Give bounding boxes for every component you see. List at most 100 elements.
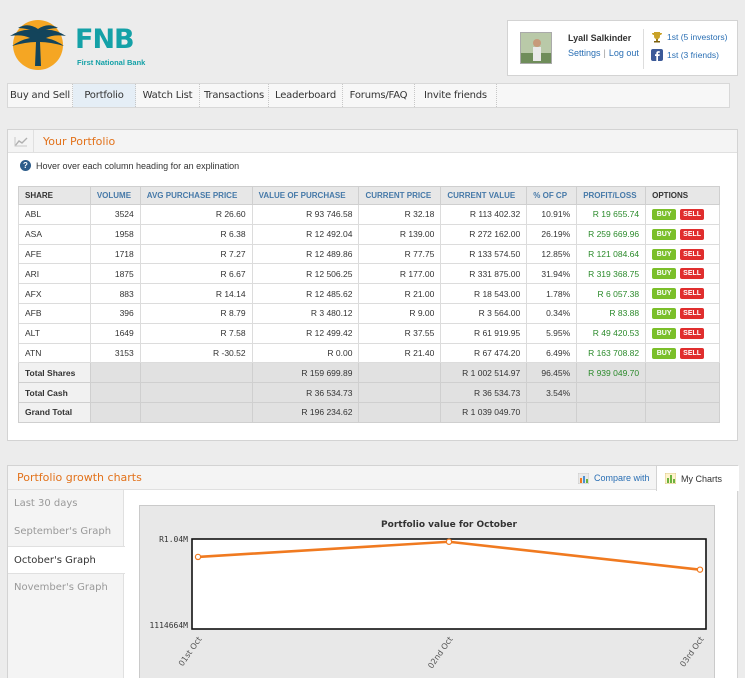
cell-value-of-purchase: R 12 506.25 (251, 263, 360, 285)
buy-button[interactable]: BUY (652, 347, 677, 359)
cell-profit-loss: R 259 669.96 (576, 223, 647, 245)
period-september[interactable]: September's Graph (8, 518, 123, 546)
total-row: Grand Total R 196 234.62 R 1 039 049.70 (18, 401, 720, 423)
tab-portfolio[interactable]: Portfolio (73, 84, 136, 107)
cell-current-price: R 9.00 (358, 302, 442, 324)
cell-pct-of-cp: 0.34% (526, 302, 578, 324)
fnb-tree-icon (10, 20, 66, 70)
period-october[interactable]: October's Graph (8, 546, 125, 574)
cell-current-value: R 331 875.00 (440, 263, 528, 285)
user-panel: Lyall Salkinder Settings | Log out 1st (5 … (507, 20, 738, 76)
cell-profit-loss: R 319 368.75 (576, 263, 647, 285)
total-row: Total Shares R 159 699.89 R 1 002 514.97 96… (18, 362, 720, 384)
compare-with-label: Compare with (594, 473, 650, 483)
buy-button[interactable]: BUY (652, 209, 677, 221)
help-icon: ? (20, 160, 31, 171)
sell-button[interactable]: SELL (680, 248, 705, 260)
settings-link[interactable]: Settings (568, 48, 601, 58)
cell-value-of-purchase: R 12 499.42 (251, 322, 360, 344)
col-share[interactable]: SHARE (18, 186, 91, 205)
portfolio-chart: Portfolio value for October R1.04M 1114664… (139, 505, 715, 678)
col-current-value[interactable]: CURRENT VALUE (440, 186, 528, 205)
fnb-logo[interactable]: FNB First National Bank (6, 20, 146, 70)
cell-avg-purchase-price: R -30.52 (139, 342, 253, 364)
total-profit-loss (576, 382, 647, 403)
tab-buy-and-sell[interactable]: Buy and Sell (8, 84, 73, 107)
col-avg-purchase-price[interactable]: AVG PURCHASE PRICE (139, 186, 253, 205)
total-label: Total Cash (18, 382, 91, 403)
col-profit-loss[interactable]: PROFIT/LOSS (576, 186, 647, 205)
tab-leaderboard[interactable]: Leaderboard (269, 84, 343, 107)
tab-invite-friends[interactable]: Invite friends (415, 84, 497, 107)
cell-share: ALT (18, 322, 91, 344)
buy-button[interactable]: BUY (652, 308, 677, 319)
tab-forums-faq[interactable]: Forums/FAQ (343, 84, 415, 107)
cell-profit-loss: R 49 420.53 (576, 322, 647, 344)
buy-button[interactable]: BUY (652, 288, 677, 300)
investor-rank[interactable]: 1st (5 investors) (651, 31, 727, 43)
buy-button[interactable]: BUY (652, 248, 677, 260)
brand-subtitle: First National Bank (77, 58, 146, 67)
cell-current-value: R 113 402.32 (440, 204, 528, 225)
rank-friends-text: 1st (3 friends) (667, 50, 719, 60)
cell-current-price: R 21.40 (358, 342, 442, 364)
sell-button[interactable]: SELL (680, 268, 705, 280)
cell-options: BUY SELL (645, 342, 720, 364)
col-pct-of-cp[interactable]: % OF CP (526, 186, 578, 205)
tab-watch-list[interactable]: Watch List (136, 84, 200, 107)
logout-link[interactable]: Log out (609, 48, 639, 58)
cell-pct-of-cp: 6.49% (526, 342, 578, 364)
y-tick-label: R1.04M (159, 535, 188, 544)
cell-pct-of-cp: 12.85% (526, 243, 578, 265)
total-pct-of-cp: 96.45% (526, 362, 578, 384)
total-empty (358, 362, 442, 384)
col-volume[interactable]: VOLUME (89, 186, 141, 205)
cell-current-value: R 272 162.00 (440, 223, 528, 245)
total-empty (139, 401, 253, 423)
cell-avg-purchase-price: R 7.27 (139, 243, 253, 265)
total-pct-of-cp (526, 401, 578, 423)
rank-investors-text: 1st (5 investors) (667, 32, 728, 42)
cell-volume: 3524 (89, 204, 141, 225)
cell-share: ASA (18, 223, 91, 245)
cell-pct-of-cp: 5.95% (526, 322, 578, 344)
col-value-of-purchase[interactable]: VALUE OF PURCHASE (251, 186, 360, 205)
bar-chart-icon (578, 472, 589, 484)
cell-pct-of-cp: 10.91% (526, 204, 578, 225)
brand-name: FNB (75, 24, 135, 55)
cell-options: BUY SELL (645, 283, 720, 304)
user-divider (643, 29, 644, 69)
cell-current-value: R 3 564.00 (440, 302, 528, 324)
buy-button[interactable]: BUY (652, 268, 677, 280)
x-tick-label: 01st Oct (177, 635, 204, 668)
total-label: Grand Total (18, 401, 91, 423)
compare-with-tab[interactable]: Compare with (578, 466, 650, 490)
table-row: AFX 883 R 14.14 R 12 485.62 R 21.00 R 18 543.… (18, 283, 720, 304)
avatar[interactable] (520, 32, 552, 64)
cell-avg-purchase-price: R 6.38 (139, 223, 253, 245)
tab-transactions[interactable]: Transactions (200, 84, 269, 107)
y-tick-label: 1114664M (149, 621, 188, 630)
sell-button[interactable]: SELL (680, 288, 705, 300)
cell-current-price: R 32.18 (358, 204, 442, 225)
buy-button[interactable]: BUY (652, 327, 677, 339)
col-current-price[interactable]: CURRENT PRICE (358, 186, 442, 205)
friends-rank[interactable]: 1st (3 friends) (651, 49, 719, 61)
my-charts-label: My Charts (681, 473, 723, 484)
my-charts-tab[interactable]: My Charts (656, 466, 739, 491)
cell-current-value: R 133 574.50 (440, 243, 528, 265)
table-row: AFE 1718 R 7.27 R 12 489.86 R 77.75 R 133 574… (18, 243, 720, 265)
period-last-30-days[interactable]: Last 30 days (8, 490, 123, 518)
sell-button[interactable]: SELL (680, 209, 705, 221)
period-november[interactable]: November's Graph (8, 574, 123, 602)
sell-button[interactable]: SELL (680, 308, 705, 319)
table-row: ABL 3524 R 26.60 R 93 746.58 R 32.18 R 113 40… (18, 204, 720, 225)
cell-value-of-purchase: R 3 480.12 (251, 302, 360, 324)
column-hint: ? Hover over each column heading for an … (20, 160, 239, 171)
sell-button[interactable]: SELL (680, 327, 705, 339)
sell-button[interactable]: SELL (680, 228, 705, 240)
buy-button[interactable]: BUY (652, 228, 677, 240)
total-current-value: R 1 002 514.97 (440, 362, 528, 384)
col-options: OPTIONS (645, 186, 720, 205)
sell-button[interactable]: SELL (680, 347, 705, 359)
